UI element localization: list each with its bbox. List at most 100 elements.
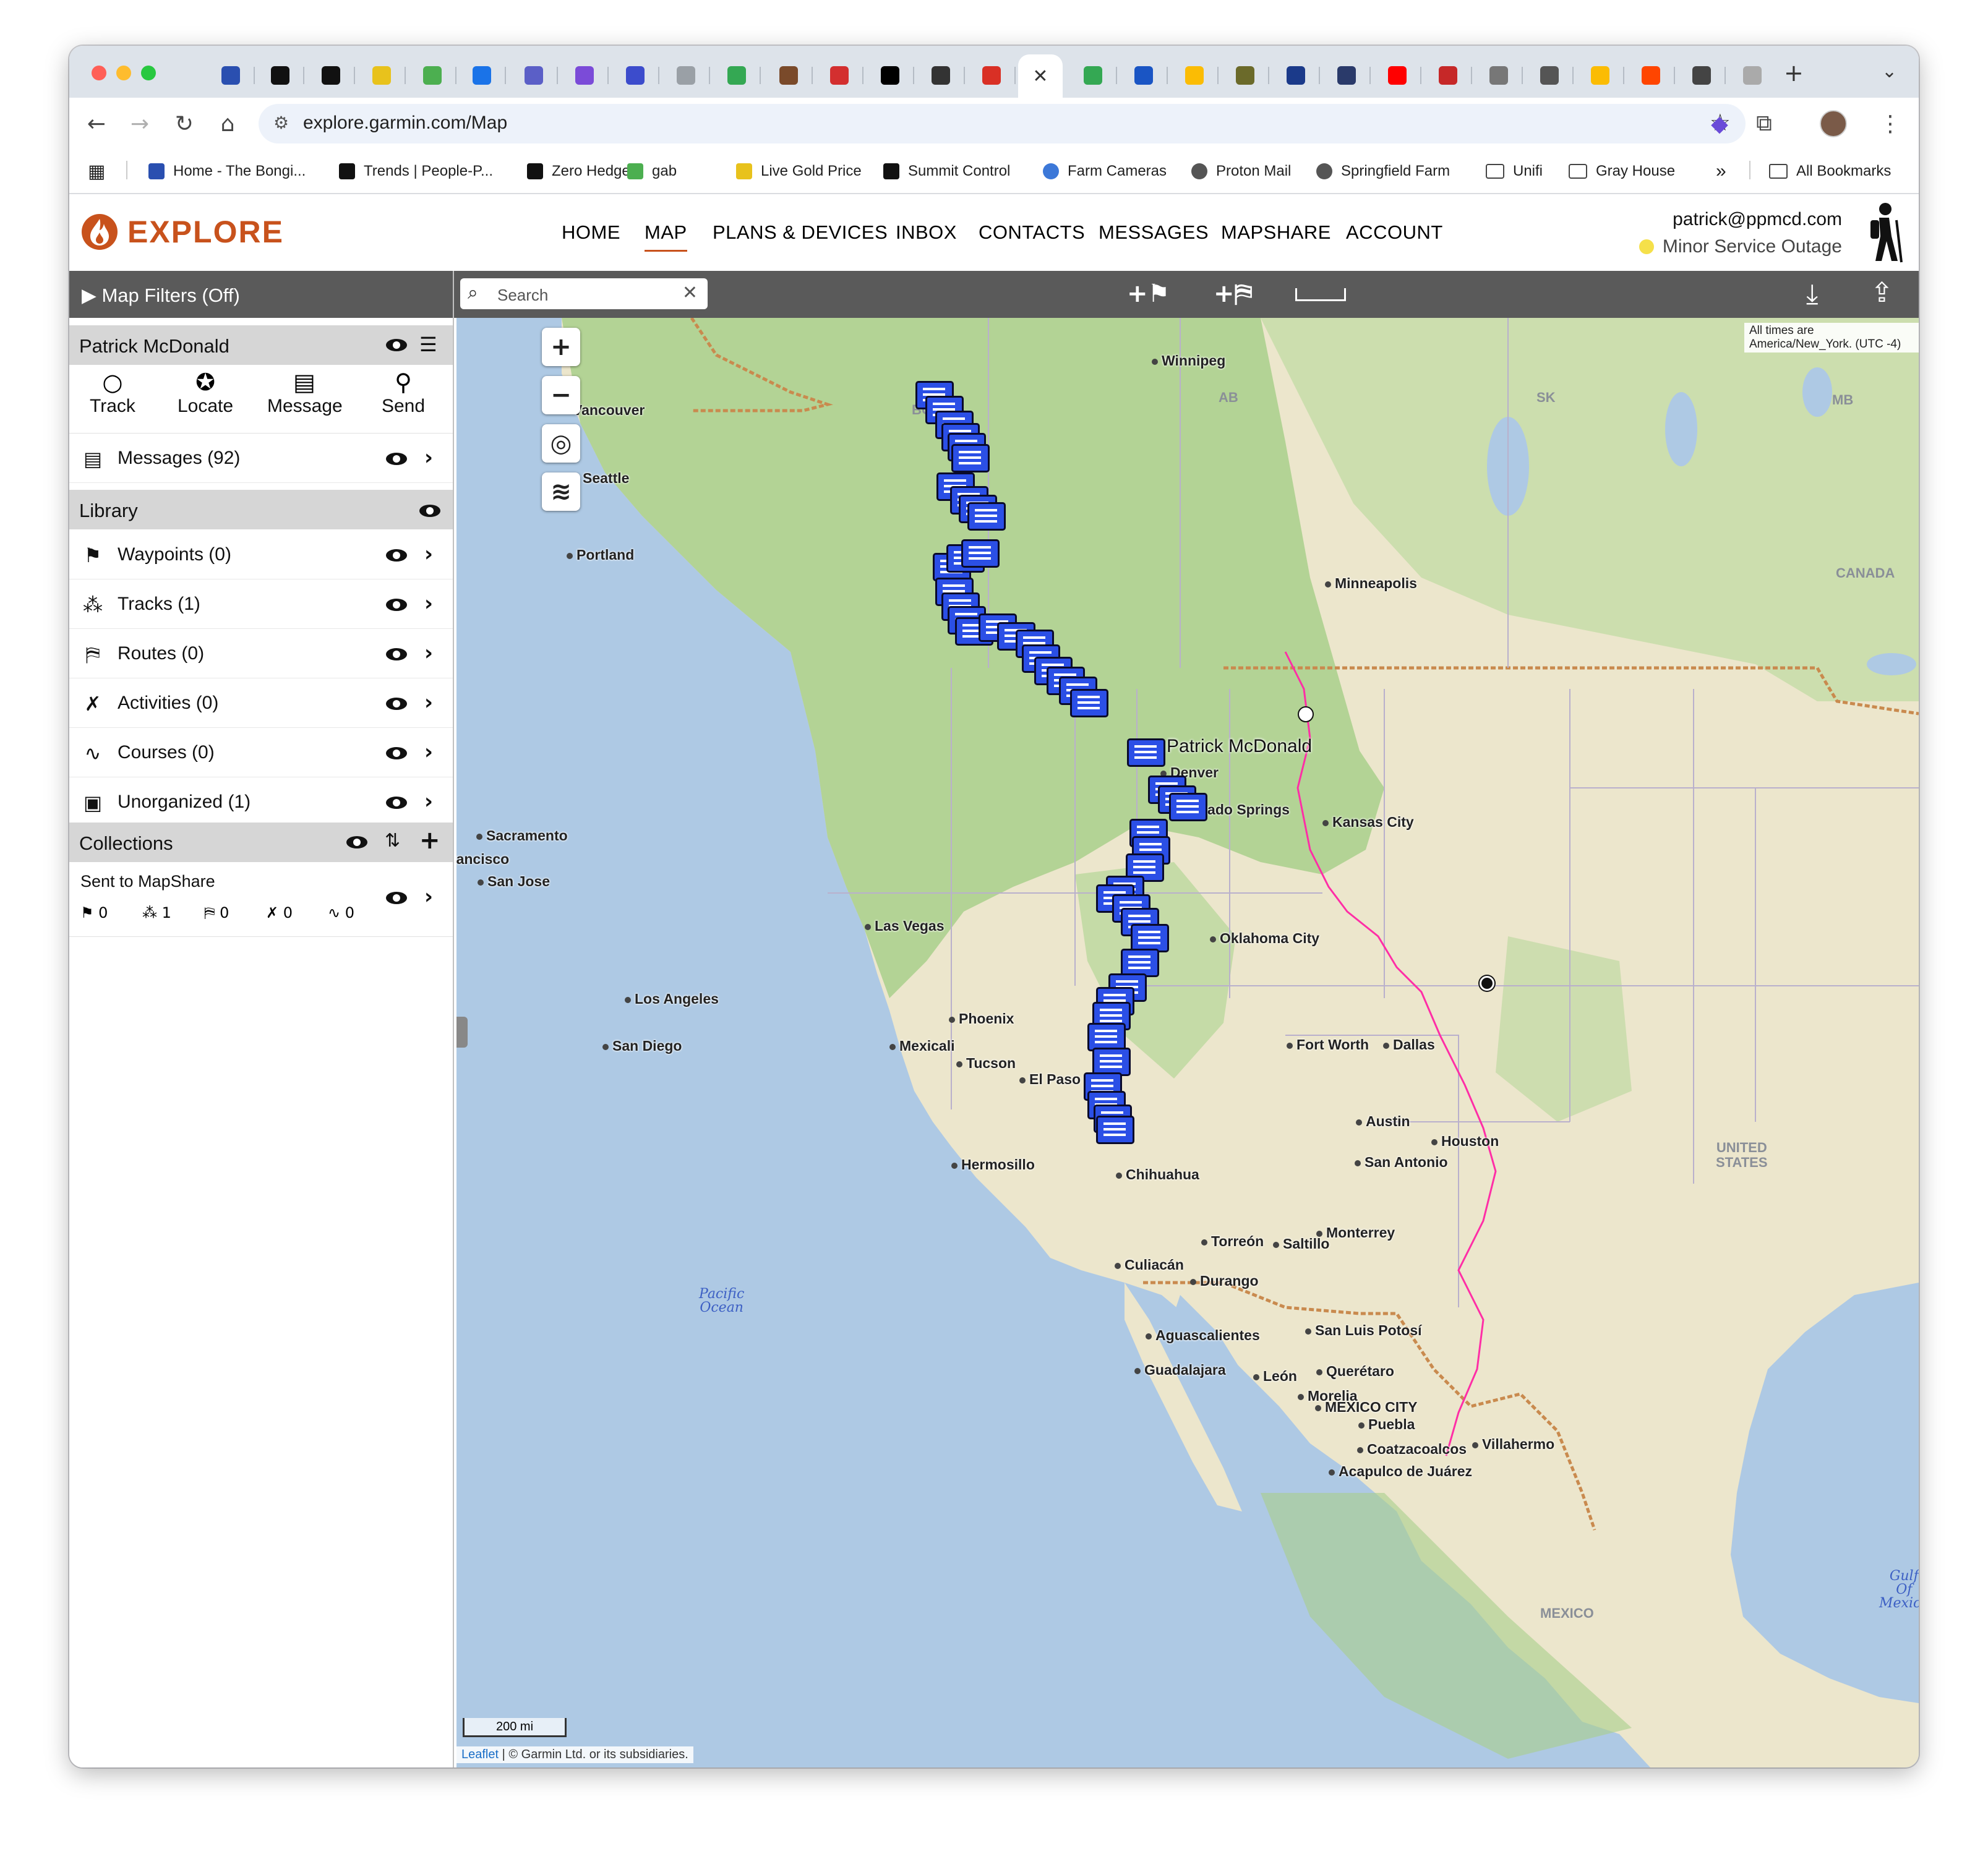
message-marker-icon[interactable] xyxy=(951,444,990,472)
nav-map[interactable]: MAP xyxy=(645,221,687,252)
browser-tab[interactable] xyxy=(765,58,813,93)
chevron-right-icon[interactable]: › xyxy=(424,690,433,715)
chevron-right-icon[interactable]: › xyxy=(424,740,433,764)
browser-tab[interactable] xyxy=(207,58,255,93)
tab-search-chevron-icon[interactable]: ⌄ xyxy=(1882,61,1897,82)
layers-button[interactable]: ≋ xyxy=(542,472,580,511)
bookmark-item[interactable]: Zero Hedge xyxy=(527,161,630,182)
bookmark-item[interactable]: Gray House xyxy=(1569,161,1675,182)
nav-contacts[interactable]: CONTACTS xyxy=(979,221,1085,244)
eye-icon[interactable] xyxy=(386,892,407,904)
browser-tab[interactable] xyxy=(307,58,355,93)
browser-tab[interactable] xyxy=(510,58,558,93)
minimize-window-button[interactable] xyxy=(116,66,131,80)
eye-icon[interactable] xyxy=(386,599,407,611)
browser-tab[interactable] xyxy=(458,58,506,93)
browser-tab[interactable] xyxy=(662,58,710,93)
new-tab-button[interactable]: + xyxy=(1784,59,1804,87)
message-marker-icon[interactable] xyxy=(1169,793,1207,821)
apps-grid-icon[interactable]: ▦ xyxy=(88,161,105,182)
nav-account[interactable]: ACCOUNT xyxy=(1346,221,1443,244)
add-collection-icon[interactable]: + xyxy=(419,826,440,855)
bookmark-item[interactable]: Springfield Farm xyxy=(1316,161,1450,182)
library-item[interactable]: ∿ Courses (0) › xyxy=(69,729,453,777)
bookmark-item[interactable]: Trends | People-P... xyxy=(339,161,493,182)
browser-tab[interactable] xyxy=(1677,58,1726,93)
browser-tab[interactable] xyxy=(611,58,659,93)
bookmark-item[interactable]: Live Gold Price xyxy=(736,161,862,182)
measure-ruler-icon[interactable] xyxy=(1295,288,1346,301)
chevron-right-icon[interactable]: › xyxy=(424,445,433,470)
download-icon[interactable]: ⤓ xyxy=(1806,278,1818,310)
bookmark-item[interactable]: Home - The Bongi... xyxy=(148,161,306,182)
collapse-sidebar-handle[interactable] xyxy=(456,1017,468,1048)
nav-home[interactable]: HOME xyxy=(562,221,620,244)
messages-row[interactable]: ▤ Messages (92) › xyxy=(69,434,453,483)
add-waypoint-icon[interactable]: +⚑ xyxy=(1127,280,1170,308)
track-point-icon[interactable] xyxy=(1480,976,1494,991)
browser-tab[interactable] xyxy=(1272,58,1320,93)
browser-tab[interactable] xyxy=(1170,58,1219,93)
explore-logo[interactable]: EXPLORE xyxy=(80,213,284,251)
nav-plans-devices[interactable]: PLANS & DEVICES xyxy=(713,221,888,244)
library-item[interactable]: ⛿ Routes (0) › xyxy=(69,630,453,678)
browser-tab[interactable] xyxy=(1424,58,1472,93)
browser-tab[interactable] xyxy=(967,58,1016,93)
library-item[interactable]: ✗ Activities (0) › xyxy=(69,679,453,728)
browser-tab[interactable] xyxy=(358,58,406,93)
browser-tab[interactable] xyxy=(1475,58,1523,93)
zoom-window-button[interactable] xyxy=(141,66,156,80)
browser-tab[interactable]: ✕ xyxy=(1018,54,1063,98)
message-marker-icon[interactable] xyxy=(967,502,1006,531)
browser-tab[interactable] xyxy=(560,58,609,93)
eye-icon[interactable] xyxy=(346,836,367,848)
message-marker-icon[interactable] xyxy=(1127,738,1165,767)
forward-button[interactable]: → xyxy=(122,106,157,141)
eye-icon[interactable] xyxy=(386,747,407,759)
browser-tab[interactable] xyxy=(1373,58,1421,93)
browser-tab[interactable] xyxy=(1221,58,1269,93)
bookmark-item[interactable]: gab xyxy=(627,161,677,182)
browser-tab[interactable] xyxy=(1120,58,1168,93)
library-item[interactable]: ⁂ Tracks (1) › xyxy=(69,580,453,629)
address-bar[interactable]: ⚙ explore.garmin.com/Map ☆ xyxy=(259,104,1746,143)
site-settings-icon[interactable]: ⚙ xyxy=(273,113,289,133)
browser-menu-icon[interactable]: ⋮ xyxy=(1873,106,1908,141)
all-bookmarks-button[interactable]: All Bookmarks xyxy=(1769,161,1891,182)
back-button[interactable]: ← xyxy=(79,106,114,141)
extension-gem-icon[interactable]: ◆ xyxy=(1702,106,1737,141)
browser-tab[interactable] xyxy=(1728,58,1776,93)
locate-action-button[interactable]: ✪ Locate xyxy=(168,369,242,417)
user-location-label[interactable]: Patrick McDonald xyxy=(1167,736,1312,757)
browser-tab[interactable] xyxy=(408,58,456,93)
eye-icon[interactable] xyxy=(386,339,407,351)
extensions-puzzle-icon[interactable]: ⧉ xyxy=(1747,106,1781,141)
chevron-right-icon[interactable]: › xyxy=(424,542,433,566)
send-action-button[interactable]: ⚲ Send xyxy=(366,369,440,417)
sort-icon[interactable]: ⇅ xyxy=(385,830,400,852)
eye-icon[interactable] xyxy=(419,505,440,517)
map-search-box[interactable]: ⌕ Search ✕ xyxy=(460,278,708,309)
nav-messages[interactable]: MESSAGES xyxy=(1099,221,1209,244)
eye-icon[interactable] xyxy=(386,698,407,710)
eye-icon[interactable] xyxy=(386,648,407,660)
zoom-in-button[interactable]: + xyxy=(542,328,580,366)
leaflet-link[interactable]: Leaflet xyxy=(461,1748,499,1761)
chevron-right-icon[interactable]: › xyxy=(424,789,433,814)
browser-tab[interactable] xyxy=(1322,58,1371,93)
reload-button[interactable]: ↻ xyxy=(167,106,202,141)
message-marker-icon[interactable] xyxy=(1070,689,1108,717)
track-action-button[interactable]: ○ Track xyxy=(75,369,150,417)
bookmark-item[interactable]: Summit Control xyxy=(883,161,1010,182)
service-status[interactable]: Minor Service Outage xyxy=(1639,236,1842,257)
message-action-button[interactable]: ▤ Message xyxy=(267,369,343,417)
bookmark-item[interactable]: Proton Mail xyxy=(1191,161,1291,182)
browser-tab[interactable] xyxy=(917,58,965,93)
map-canvas[interactable]: BC AB SK MB CANADA UNITED STATES MEXICO … xyxy=(456,318,1919,1767)
library-item[interactable]: ⚑ Waypoints (0) › xyxy=(69,531,453,579)
locate-me-button[interactable]: ◎ xyxy=(542,424,580,463)
browser-tab[interactable] xyxy=(866,58,914,93)
user-email[interactable]: patrick@ppmcd.com xyxy=(1673,209,1842,230)
browser-tab[interactable] xyxy=(713,58,761,93)
library-item[interactable]: ▣ Unorganized (1) › xyxy=(69,778,453,827)
